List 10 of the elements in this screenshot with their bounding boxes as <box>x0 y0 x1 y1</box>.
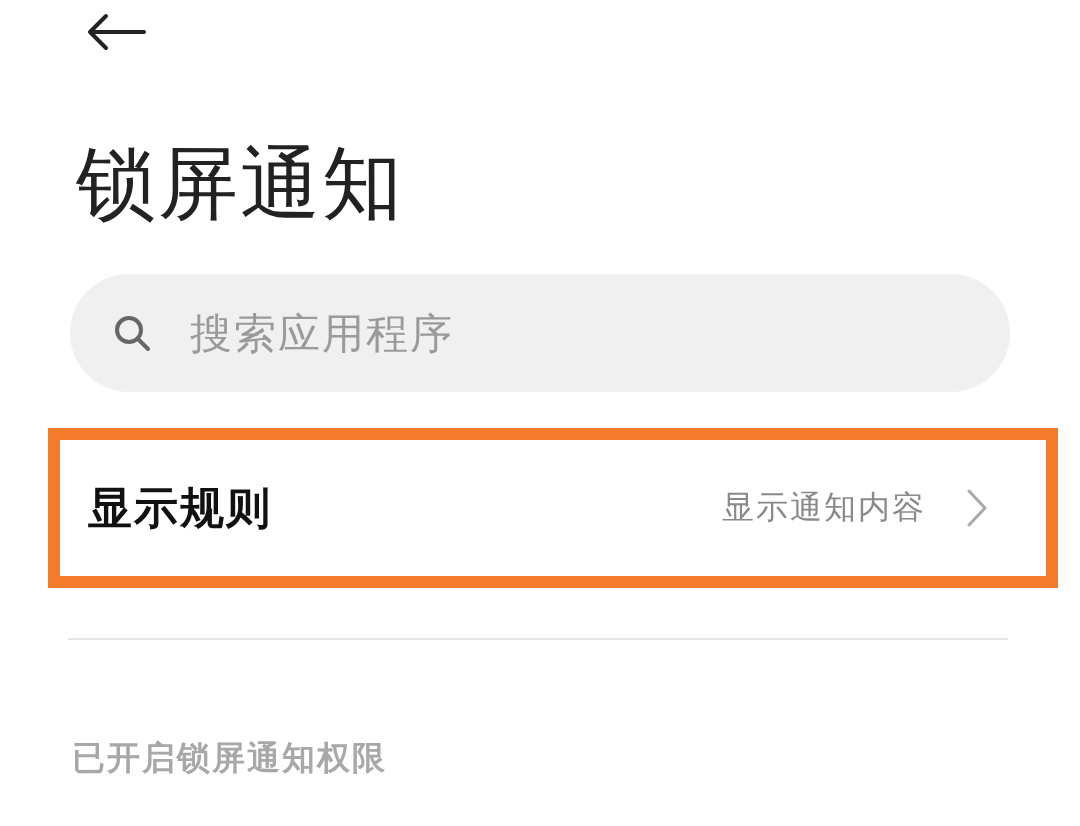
back-button[interactable] <box>86 12 146 52</box>
row-value: 显示通知内容 <box>722 487 926 528</box>
row-label: 显示规则 <box>88 480 272 535</box>
chevron-icon <box>966 488 988 528</box>
section-header: 已开启锁屏通知权限 <box>72 737 388 779</box>
settings-row[interactable]: 显示规则 显示通知内容 <box>48 428 1058 588</box>
search-icon <box>112 313 152 353</box>
page-title: 锁屏通知 <box>76 144 405 224</box>
search-field[interactable]: 搜索应用程序 <box>70 274 1010 392</box>
back-arrow-icon <box>86 12 146 52</box>
